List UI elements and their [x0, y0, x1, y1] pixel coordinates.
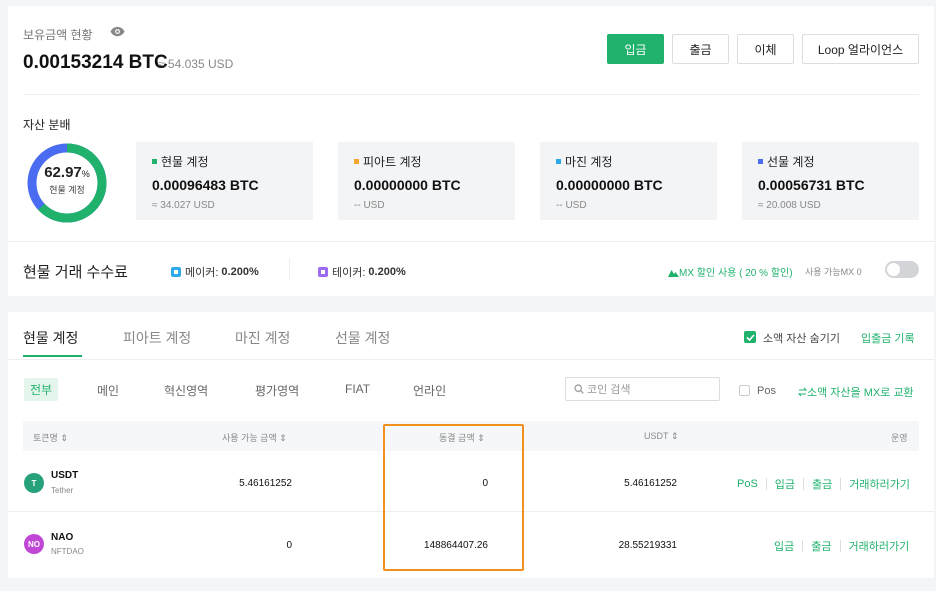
- divider: [23, 94, 919, 95]
- futures-account-card: 선물 계정 0.00056731 BTC ≈ 20.008 USD: [742, 142, 919, 220]
- search-placeholder: 코인 검색: [587, 384, 631, 396]
- coin-icon: T: [24, 473, 44, 493]
- withdraw-link[interactable]: 출금: [812, 476, 832, 492]
- coin-name: NFTDAO: [51, 547, 84, 556]
- account-name: 현물 계정: [161, 155, 209, 169]
- swap-icon: [797, 387, 808, 397]
- filter-fiat[interactable]: FIAT: [345, 382, 370, 396]
- frozen-amount: 148864407.26: [424, 540, 488, 551]
- col-available[interactable]: 사용 가능 금액 ⇕: [222, 431, 287, 444]
- search-icon: [574, 384, 584, 394]
- pos-link[interactable]: PoS: [737, 478, 758, 490]
- balance-usd: ≈ 54.035 USD: [158, 57, 234, 71]
- tab-spot[interactable]: 현물 계정: [23, 328, 78, 348]
- hide-small-checkbox[interactable]: [744, 331, 756, 343]
- account-assets-card: 현물 계정 피아트 계정 마진 계정 선물 계정 소액 자산 숨기기 입출금 기…: [8, 312, 934, 578]
- account-value: 0.00000000 BTC: [354, 177, 461, 193]
- mx-discount-link[interactable]: MX 할인 사용 ( 20 % 할인): [668, 264, 793, 279]
- tab-futures[interactable]: 선물 계정: [335, 328, 390, 348]
- account-value: 0.00000000 BTC: [556, 177, 663, 193]
- spot-dot: [152, 159, 157, 164]
- maker-icon: [171, 267, 181, 277]
- filter-main[interactable]: 메인: [97, 382, 119, 399]
- margin-account-card: 마진 계정 0.00000000 BTC -- USD: [540, 142, 717, 220]
- deposit-button[interactable]: 입금: [607, 34, 664, 64]
- taker-fee: 테이커: 0.200%: [318, 264, 406, 280]
- eye-icon[interactable]: [110, 26, 125, 37]
- tab-margin[interactable]: 마진 계정: [235, 328, 290, 348]
- filter-all[interactable]: 전부: [24, 378, 59, 401]
- active-tab-indicator: [23, 355, 82, 357]
- divider: [8, 511, 934, 512]
- hide-small-label: 소액 자산 숨기기: [763, 333, 840, 345]
- coin-search-input[interactable]: 코인 검색: [565, 377, 720, 401]
- futures-dot: [758, 159, 763, 164]
- coin-name: Tether: [51, 486, 74, 495]
- transfer-button[interactable]: 이체: [737, 34, 794, 64]
- coin-symbol: NAO: [51, 532, 74, 543]
- row-actions: 입금 출금 거래하러가기: [774, 538, 909, 554]
- mx-logo-icon: [668, 270, 679, 277]
- account-name: 마진 계정: [565, 155, 613, 169]
- account-usd: ≈ 34.027 USD: [152, 200, 215, 211]
- filter-innovation[interactable]: 혁신영역: [164, 382, 208, 399]
- distribution-title: 자산 분배: [23, 118, 71, 132]
- pos-checkbox[interactable]: [739, 385, 750, 396]
- trade-link[interactable]: 거래하러가기: [849, 538, 910, 554]
- tab-fiat[interactable]: 피아트 계정: [123, 328, 191, 348]
- trade-link[interactable]: 거래하러가기: [849, 476, 910, 492]
- filter-assessment[interactable]: 평가영역: [255, 382, 299, 399]
- usdt-amount: 28.55219331: [618, 540, 677, 551]
- row-actions: PoS 입금 출금 거래하러가기: [737, 476, 910, 492]
- usdt-amount: 5.46161252: [624, 478, 677, 489]
- divider: [8, 359, 934, 360]
- balance-value: 0.00153214 BTC: [23, 52, 168, 73]
- coin-icon: NO: [24, 534, 44, 554]
- margin-dot: [556, 159, 561, 164]
- account-value: 0.00096483 BTC: [152, 177, 259, 193]
- taker-icon: [318, 267, 328, 277]
- divider: [8, 241, 934, 242]
- maker-fee: 메이커: 0.200%: [171, 264, 259, 280]
- account-name: 피아트 계정: [363, 155, 422, 169]
- pos-label: Pos: [757, 385, 776, 397]
- available-amount: 0: [286, 540, 292, 551]
- divider: [289, 258, 290, 280]
- donut-label: 현물 계정: [49, 185, 85, 195]
- account-usd: ≈ 20.008 USD: [758, 200, 821, 211]
- convert-small-link[interactable]: 소액 자산을 MX로 교환: [797, 384, 914, 400]
- donut-percent: 62.97%: [44, 164, 90, 181]
- fiat-dot: [354, 159, 359, 164]
- withdraw-button[interactable]: 출금: [672, 34, 729, 64]
- loop-alliance-button[interactable]: Loop 얼라이언스: [802, 34, 919, 64]
- deposit-link[interactable]: 입금: [775, 476, 795, 492]
- filter-online[interactable]: 언라인: [413, 382, 446, 399]
- withdraw-link[interactable]: 출금: [811, 538, 831, 554]
- deposit-history-link[interactable]: 입출금 기록: [861, 330, 915, 346]
- col-frozen[interactable]: 동결 금액 ⇕: [439, 431, 485, 444]
- mx-available: 사용 가능MX 0: [805, 267, 862, 277]
- col-token[interactable]: 토큰명 ⇕: [33, 431, 68, 444]
- deposit-link[interactable]: 입금: [774, 538, 794, 554]
- col-ops: 운영: [891, 433, 908, 443]
- fiat-account-card: 피아트 계정 0.00000000 BTC -- USD: [338, 142, 515, 220]
- fee-title: 현물 거래 수수료: [23, 264, 128, 281]
- account-value: 0.00056731 BTC: [758, 177, 865, 193]
- balance-label: 보유금액 현황: [23, 28, 93, 42]
- coin-symbol: USDT: [51, 470, 79, 481]
- account-name: 선물 계정: [767, 155, 815, 169]
- account-usd: -- USD: [354, 200, 385, 211]
- spot-account-card: 현물 계정 0.00096483 BTC ≈ 34.027 USD: [136, 142, 313, 220]
- mx-discount-toggle[interactable]: [885, 261, 919, 278]
- asset-overview-card: 보유금액 현황 0.00153214 BTC ≈ 54.035 USD 입금 출…: [8, 6, 934, 296]
- available-amount: 5.46161252: [239, 478, 292, 489]
- frozen-amount: 0: [482, 478, 488, 489]
- col-usdt[interactable]: USDT ⇕: [644, 431, 678, 442]
- check-icon: [745, 333, 755, 341]
- account-usd: -- USD: [556, 200, 587, 211]
- toggle-knob: [887, 263, 900, 276]
